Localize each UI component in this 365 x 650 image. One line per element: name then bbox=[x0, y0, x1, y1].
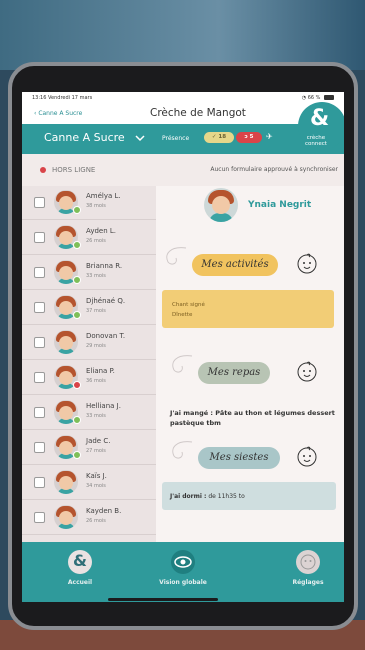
naps-card[interactable]: J'ai dormi : de 11h35 to bbox=[162, 482, 336, 510]
select-checkbox[interactable] bbox=[34, 267, 45, 278]
child-age: 33 mois bbox=[86, 413, 106, 419]
child-name: Ayden L. bbox=[86, 227, 116, 235]
status-dot-icon bbox=[73, 241, 81, 249]
child-age: 26 mois bbox=[86, 518, 106, 524]
nav-overview-button[interactable]: Vision globale bbox=[153, 550, 213, 594]
child-avatar bbox=[54, 330, 78, 354]
child-age: 36 mois bbox=[86, 378, 106, 384]
select-checkbox[interactable] bbox=[34, 512, 45, 523]
present-count-badge[interactable]: ✓ 18 bbox=[204, 132, 234, 143]
child-list-item[interactable]: Amélya L. 38 mois bbox=[22, 186, 156, 220]
child-age: 26 mois bbox=[86, 238, 106, 244]
children-list[interactable]: Amélya L. 38 mois Ayden L. 26 mois Brianna R… bbox=[22, 186, 156, 542]
child-name: Jade C. bbox=[86, 437, 111, 445]
ampersand-icon: & bbox=[68, 550, 92, 574]
child-name: Kaïs J. bbox=[86, 472, 107, 480]
presence-label: Présence bbox=[162, 135, 190, 142]
child-age: 34 mois bbox=[86, 483, 106, 489]
class-header: Canne A Sucre Présence ✓ 18 ↄ 5 ✈ bbox=[22, 124, 344, 154]
battery-icon bbox=[324, 95, 334, 100]
settings-face-icon bbox=[296, 550, 320, 574]
select-checkbox[interactable] bbox=[34, 337, 45, 348]
child-list-item[interactable]: Donovan T. 29 mois bbox=[22, 326, 156, 360]
status-dot-icon bbox=[73, 416, 81, 424]
child-name: Djhénaé Q. bbox=[86, 297, 126, 305]
child-detail-panel: Ynaia Negrit Mes activités Chant signé D… bbox=[156, 186, 344, 542]
select-checkbox[interactable] bbox=[34, 442, 45, 453]
chevron-down-icon[interactable] bbox=[134, 132, 146, 144]
meals-section-title: Mes repas bbox=[198, 362, 270, 384]
child-age: 33 mois bbox=[86, 273, 106, 279]
child-list-item[interactable]: Ayden L. 26 mois bbox=[22, 221, 156, 255]
child-age: 29 mois bbox=[86, 343, 106, 349]
logo-text: crèche connect bbox=[305, 135, 327, 147]
child-age: 27 mois bbox=[86, 448, 106, 454]
home-indicator[interactable] bbox=[108, 598, 218, 601]
child-name: Kayden B. bbox=[86, 507, 122, 515]
sync-message: Aucun formulaire approuvé à synchroniser bbox=[210, 166, 338, 173]
swirl-decoration-icon bbox=[172, 441, 193, 459]
status-dot-icon bbox=[73, 311, 81, 319]
select-checkbox[interactable] bbox=[34, 372, 45, 383]
select-checkbox[interactable] bbox=[34, 302, 45, 313]
status-dot-icon bbox=[73, 206, 81, 214]
baby-face-icon bbox=[297, 361, 317, 382]
child-list-item[interactable]: Brianna R. 33 mois bbox=[22, 256, 156, 290]
battery-level: ◔ 66 % bbox=[302, 95, 334, 101]
child-name: Helliana J. bbox=[86, 402, 121, 410]
baby-face-icon bbox=[297, 446, 317, 467]
select-checkbox[interactable] bbox=[34, 197, 45, 208]
child-age: 38 mois bbox=[86, 203, 106, 209]
child-avatar bbox=[54, 470, 78, 494]
activities-section-title: Mes activités bbox=[192, 254, 278, 276]
eye-icon bbox=[171, 550, 195, 574]
absent-count-badge[interactable]: ↄ 5 bbox=[236, 132, 262, 143]
offline-dot-icon bbox=[40, 167, 46, 173]
app-screen: 13:16 Vendredi 17 mars ◔ 66 % ‹ Canne A … bbox=[22, 92, 344, 602]
select-checkbox[interactable] bbox=[34, 232, 45, 243]
child-list-item[interactable]: Djhénaé Q. 37 mois bbox=[22, 291, 156, 325]
activities-card[interactable]: Chant signé Dînette bbox=[162, 290, 334, 328]
meals-text[interactable]: J'ai mangé : Pâte au thon et légumes des… bbox=[170, 408, 344, 428]
select-checkbox[interactable] bbox=[34, 407, 45, 418]
status-dot-icon bbox=[73, 451, 81, 459]
child-name: Brianna R. bbox=[86, 262, 123, 270]
status-time: 13:16 Vendredi 17 mars bbox=[32, 95, 93, 101]
child-age: 37 mois bbox=[86, 308, 106, 314]
child-avatar bbox=[54, 505, 78, 529]
child-list-item[interactable]: Eliana P. 36 mois bbox=[22, 361, 156, 395]
child-list-item[interactable]: Kaïs J. 34 mois bbox=[22, 466, 156, 500]
child-name: Amélya L. bbox=[86, 192, 121, 200]
naps-section-title: Mes siestes bbox=[198, 447, 280, 469]
child-list-item[interactable]: Kayden B. 26 mois bbox=[22, 501, 156, 535]
swirl-decoration-icon bbox=[166, 247, 187, 265]
ampersand-logo-icon: & bbox=[310, 106, 330, 131]
child-list-item[interactable]: Jade C. 27 mois bbox=[22, 431, 156, 465]
child-avatar bbox=[204, 188, 238, 222]
child-name: Ynaia Negrit bbox=[248, 200, 312, 210]
child-name: Eliana P. bbox=[86, 367, 115, 375]
status-dot-icon bbox=[73, 381, 81, 389]
nav-home-button[interactable]: & Accueil bbox=[50, 550, 110, 594]
page-title: Crèche de Mangot bbox=[150, 107, 246, 119]
swirl-decoration-icon bbox=[172, 355, 193, 373]
status-dot-icon bbox=[73, 276, 81, 284]
bottom-navigation: & Accueil Vision globale Réglages bbox=[22, 542, 344, 602]
baby-face-icon bbox=[297, 253, 317, 274]
nav-settings-button[interactable]: Réglages bbox=[278, 550, 338, 594]
child-name: Donovan T. bbox=[86, 332, 126, 340]
class-selector[interactable]: Canne A Sucre bbox=[44, 131, 125, 144]
child-list-item[interactable]: Helliana J. 33 mois bbox=[22, 396, 156, 430]
send-icon[interactable]: ✈ bbox=[266, 132, 273, 141]
status-bar: 13:16 Vendredi 17 mars ◔ 66 % bbox=[22, 92, 344, 104]
title-bar: ‹ Canne A Sucre Crèche de Mangot bbox=[22, 104, 344, 124]
select-checkbox[interactable] bbox=[34, 477, 45, 488]
offline-label: HORS LIGNE bbox=[52, 166, 96, 174]
offline-bar: HORS LIGNE Aucun formulaire approuvé à s… bbox=[22, 154, 344, 186]
photo-background-top bbox=[0, 0, 365, 70]
back-button[interactable]: ‹ Canne A Sucre bbox=[34, 110, 82, 117]
